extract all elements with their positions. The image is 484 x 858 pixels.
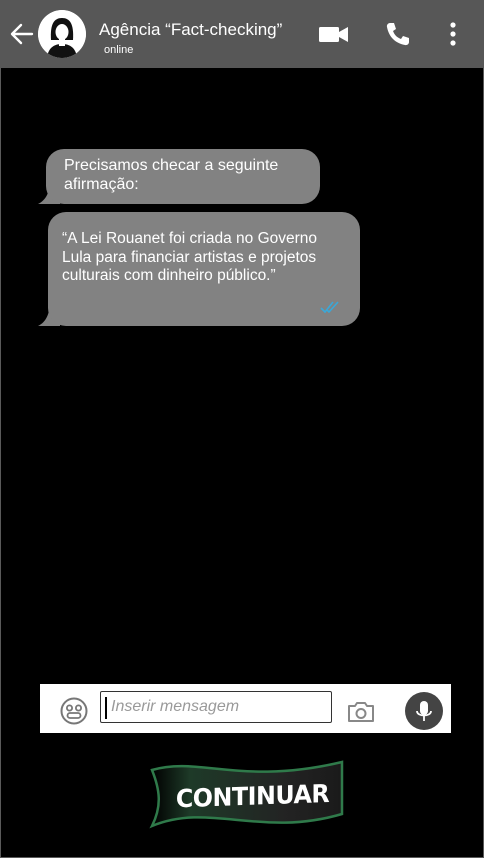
chat-header: Agência “Fact-checking” online <box>0 0 484 68</box>
contact-status: online <box>104 44 134 56</box>
message-bubble[interactable]: “A Lei Rouanet foi criada no Governo Lul… <box>48 212 360 326</box>
message-text: “A Lei Rouanet foi criada no Governo Lul… <box>62 230 318 284</box>
text-cursor <box>105 697 107 719</box>
continue-label: CONTINUAR <box>175 778 330 813</box>
camera-icon[interactable] <box>346 700 376 724</box>
more-vertical-icon[interactable] <box>444 20 462 48</box>
continue-button[interactable]: CONTINUAR <box>140 756 346 832</box>
emoji-icon[interactable] <box>60 697 88 725</box>
message-bubble[interactable]: Precisamos checar a seguinte afirmação: <box>46 149 320 204</box>
video-camera-icon[interactable] <box>318 22 350 46</box>
arrow-left-icon[interactable] <box>8 20 36 48</box>
user-avatar-icon[interactable] <box>38 10 86 58</box>
message-input[interactable] <box>100 691 332 723</box>
contact-name[interactable]: Agência “Fact-checking” <box>99 20 282 40</box>
phone-icon[interactable] <box>384 20 412 48</box>
message-composer <box>40 684 451 733</box>
microphone-icon[interactable] <box>405 692 443 730</box>
double-check-icon <box>320 301 339 314</box>
message-text: Precisamos checar a seguinte afirmação: <box>64 157 279 193</box>
